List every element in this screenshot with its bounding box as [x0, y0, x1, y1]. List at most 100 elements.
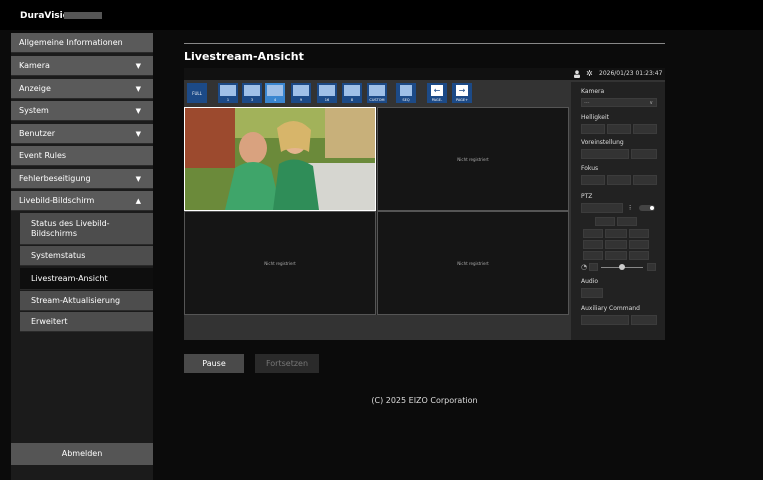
sidebar-item-label: Anzeige — [19, 84, 51, 93]
ptz-down-right-button[interactable] — [629, 251, 649, 260]
logout-button[interactable]: Abmelden — [11, 443, 153, 465]
zoom-out-button[interactable] — [595, 217, 615, 226]
video-cell-2[interactable]: Nicht registriert — [377, 107, 569, 211]
layout-8-icon — [344, 85, 360, 96]
aux-command-send-button[interactable] — [631, 315, 657, 325]
layout-9-button[interactable]: 9 — [291, 83, 311, 103]
speed-icon: ◔ — [581, 263, 588, 271]
person-icon: ⁝ — [629, 204, 632, 212]
layout-custom-icon — [369, 85, 385, 96]
ptz-down-button[interactable] — [605, 251, 627, 260]
focus-label: Fokus — [581, 165, 599, 172]
layout-9-icon — [293, 85, 309, 96]
sequence-button[interactable]: SEQ — [396, 83, 416, 103]
focus-auto-button[interactable] — [607, 175, 631, 185]
top-bar: DuraVision — [0, 0, 763, 30]
sidebar-subitem-status-livebild[interactable]: Status des Livebild-Bildschirms — [20, 213, 153, 245]
model-name — [64, 12, 102, 19]
sidebar-item-livebild-bildschirm[interactable]: Livebild-Bildschirm ▲ — [11, 191, 153, 211]
ptz-down-left-button[interactable] — [583, 251, 603, 260]
speed-slider-handle[interactable] — [619, 264, 625, 270]
resume-button[interactable]: Fortsetzen — [255, 354, 319, 373]
arrow-right-icon: → — [456, 85, 468, 96]
sidebar-item-benutzer[interactable]: Benutzer ▼ — [11, 124, 153, 144]
ptz-right-button[interactable] — [629, 240, 649, 249]
sidebar-subitem-label: Systemstatus — [31, 251, 86, 260]
speed-increase-button[interactable] — [647, 263, 656, 271]
sidebar-item-label: Livebild-Bildschirm — [19, 196, 95, 205]
layout-button-label: 4 — [273, 98, 277, 102]
camera-select-value: --- — [584, 100, 590, 106]
layout-button-label: PAGE- — [431, 98, 443, 102]
chevron-down-icon: ▼ — [135, 130, 141, 138]
layout-button-label: 3 — [250, 98, 254, 102]
sidebar-subitem-label: Livestream-Ansicht — [31, 274, 108, 283]
sidebar-subitem-erweitert[interactable]: Erweitert — [20, 312, 153, 332]
layout-4-button[interactable]: 4 — [265, 83, 285, 103]
brightness-increase-button[interactable] — [633, 124, 657, 134]
camera-control-panel: Kamera --- ∨ Helligkeit Voreinstellung F… — [571, 82, 665, 340]
page-title: Livestream-Ansicht — [184, 50, 304, 63]
user-icon — [574, 70, 580, 78]
sidebar-item-fehlerbeseitigung[interactable]: Fehlerbeseitigung ▼ — [11, 169, 153, 189]
layout-1-button[interactable]: 1 — [218, 83, 238, 103]
sidebar-item-label: System — [19, 106, 49, 115]
pause-button[interactable]: Pause — [184, 354, 244, 373]
page-prev-button[interactable]: ← PAGE- — [427, 83, 447, 103]
layout-3-button[interactable]: 3 — [242, 83, 262, 103]
brightness-label: Helligkeit — [581, 114, 609, 121]
layout-button-label: 9 — [299, 98, 303, 102]
audio-button[interactable] — [581, 288, 603, 298]
layout-8-button[interactable]: 8 — [342, 83, 362, 103]
sidebar-item-allgemeine-informationen[interactable]: Allgemeine Informationen — [11, 33, 153, 53]
ptz-up-button[interactable] — [605, 229, 627, 238]
layout-4-icon — [267, 85, 283, 96]
aux-command-input[interactable] — [581, 315, 629, 325]
ptz-home-button[interactable] — [605, 240, 627, 249]
sidebar-subitem-livestream-ansicht[interactable]: Livestream-Ansicht — [20, 268, 153, 290]
layout-1-icon — [220, 85, 236, 96]
layout-button-label: 16 — [324, 98, 330, 102]
chevron-down-icon: ▼ — [135, 175, 141, 183]
video-cell-4[interactable]: Nicht registriert — [377, 211, 569, 315]
focus-near-button[interactable] — [581, 175, 605, 185]
ptz-mode-select[interactable] — [581, 203, 623, 213]
layout-custom-button[interactable]: CUSTOM — [367, 83, 387, 103]
sidebar-item-kamera[interactable]: Kamera ▼ — [11, 56, 153, 76]
layout-16-button[interactable]: 16 — [317, 83, 337, 103]
layout-16-icon — [319, 85, 335, 96]
sidebar-item-event-rules[interactable]: Event Rules — [11, 146, 153, 166]
camera-select[interactable]: --- ∨ — [581, 98, 657, 107]
preset-go-button[interactable] — [631, 149, 657, 159]
video-cell-1[interactable] — [184, 107, 376, 211]
zoom-in-button[interactable] — [617, 217, 637, 226]
audio-label: Audio — [581, 278, 599, 285]
gear-icon[interactable]: ✲ — [586, 69, 593, 79]
sidebar-subitem-label: Stream-Aktualisierung — [31, 296, 121, 305]
layout-full-button[interactable]: FULL — [187, 83, 207, 103]
sidebar: Allgemeine Informationen Kamera ▼ Anzeig… — [11, 33, 153, 480]
speed-decrease-button[interactable] — [589, 263, 598, 271]
toggle-knob — [650, 206, 654, 210]
ptz-left-button[interactable] — [583, 240, 603, 249]
livestream-panel: ✲ 2026/01/23 01:23:47 FULL 1 3 4 9 16 8 … — [184, 68, 665, 340]
brightness-reset-button[interactable] — [607, 124, 631, 134]
ptz-up-right-button[interactable] — [629, 229, 649, 238]
layout-3-icon — [244, 85, 260, 96]
ptz-up-left-button[interactable] — [583, 229, 603, 238]
ptz-toggle[interactable] — [639, 205, 655, 211]
layout-button-label: PAGE+ — [455, 98, 469, 102]
preset-select[interactable] — [581, 149, 629, 159]
sidebar-item-anzeige[interactable]: Anzeige ▼ — [11, 79, 153, 99]
sidebar-item-label: Kamera — [19, 61, 50, 70]
sidebar-subitem-stream-aktualisierung[interactable]: Stream-Aktualisierung — [20, 291, 153, 311]
focus-far-button[interactable] — [633, 175, 657, 185]
sidebar-item-label: Benutzer — [19, 129, 56, 138]
layout-button-label: CUSTOM — [369, 98, 385, 102]
brightness-decrease-button[interactable] — [581, 124, 605, 134]
sidebar-subitem-systemstatus[interactable]: Systemstatus — [20, 246, 153, 266]
sidebar-item-system[interactable]: System ▼ — [11, 101, 153, 121]
video-cell-3[interactable]: Nicht registriert — [184, 211, 376, 315]
sidebar-item-label: Fehlerbeseitigung — [19, 174, 91, 183]
page-next-button[interactable]: → PAGE+ — [452, 83, 472, 103]
